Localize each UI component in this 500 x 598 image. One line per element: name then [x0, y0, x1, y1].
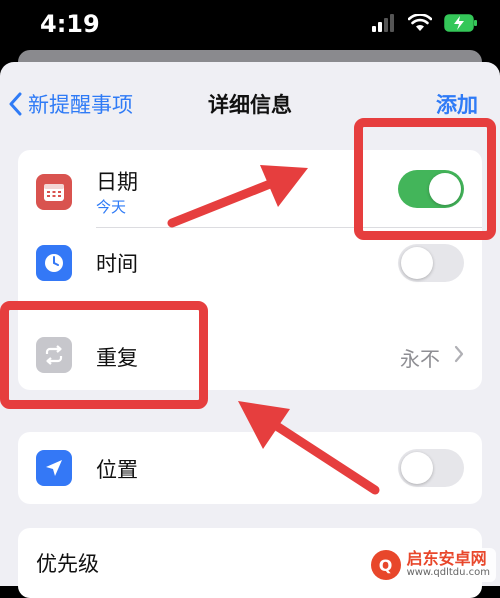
arrow-to-toggle — [167, 165, 308, 228]
annotation-arrows — [167, 165, 380, 495]
watermark-name: 启东安卓网 — [406, 549, 487, 569]
watermark-url: www.qdltdu.com — [406, 567, 490, 579]
arrow-to-repeat — [238, 401, 380, 495]
watermark: Q 启东安卓网 www.qdltdu.com — [364, 548, 496, 582]
watermark-logo: Q — [370, 550, 401, 580]
